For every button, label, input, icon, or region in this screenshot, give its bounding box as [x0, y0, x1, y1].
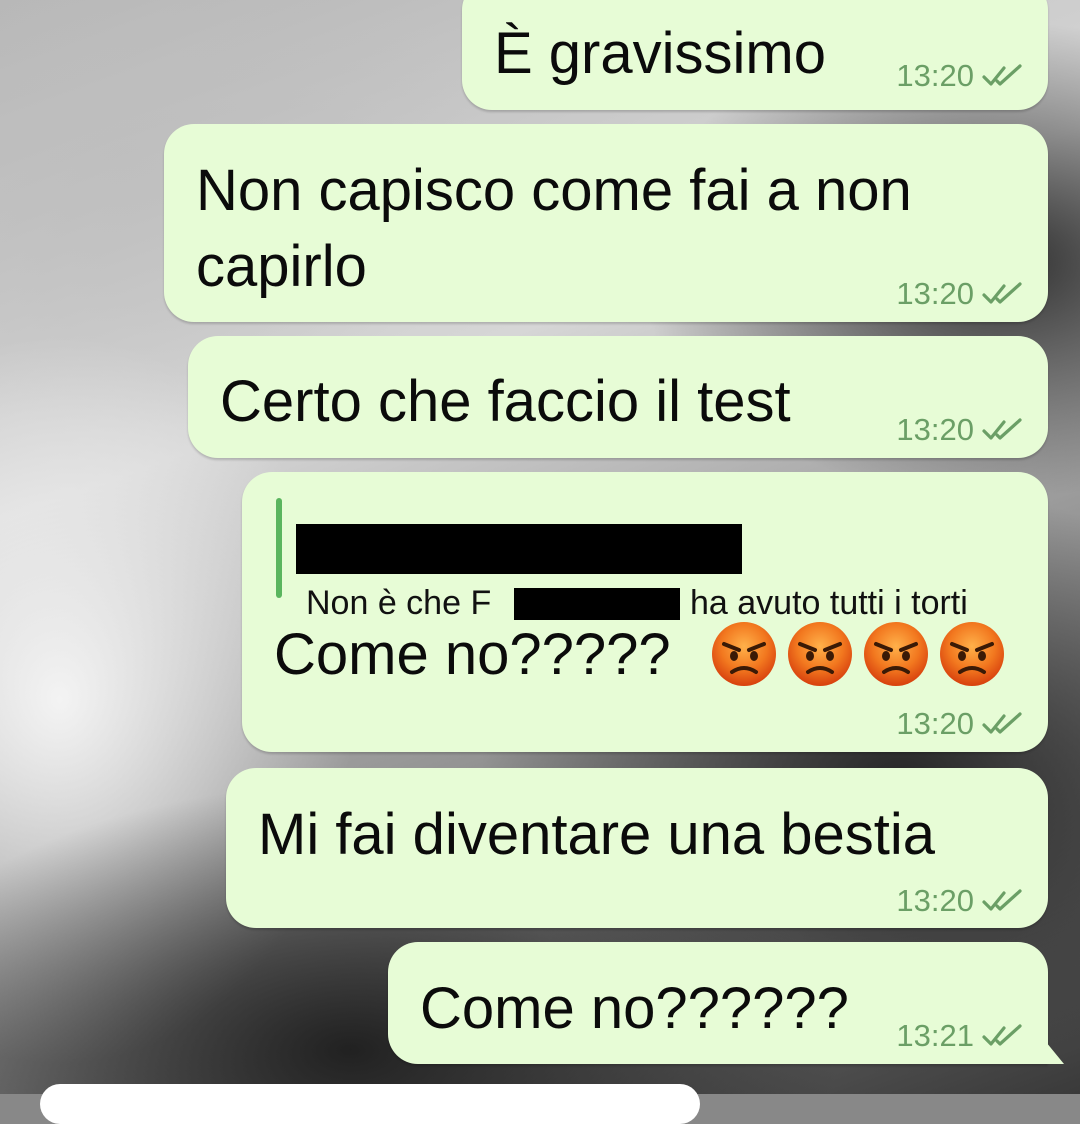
reply-message-bubble[interactable]: Non è che F ha avuto tutti i torti Come … [242, 472, 1048, 752]
message-meta: 13:20 [896, 58, 1024, 94]
double-check-icon [982, 418, 1022, 440]
message-text: È gravissimo [494, 21, 826, 86]
message-bubble-last[interactable]: Come no?????? 13:21 [388, 942, 1064, 1064]
message-meta: 13:20 [896, 883, 1024, 919]
message-text: Come no?????? [420, 976, 849, 1041]
quoted-text-part-2: ha avuto tutti i torti [690, 584, 968, 622]
angry-face-emoji [788, 622, 852, 686]
angry-face-emoji [864, 622, 928, 686]
message-text-line-1: Non capisco come fai a non [196, 158, 912, 223]
message-input-field[interactable] [40, 1084, 700, 1124]
angry-face-emoji [712, 622, 776, 686]
message-meta: 13:20 [896, 706, 1024, 742]
message-time: 13:20 [896, 883, 974, 918]
double-check-icon [982, 64, 1022, 86]
message-meta: 13:20 [896, 412, 1024, 448]
double-check-icon [982, 889, 1022, 911]
message-text: Come no????? [274, 622, 671, 687]
message-bubble[interactable]: Mi fai diventare una bestia 13:20 [226, 768, 1048, 928]
message-time: 13:20 [896, 276, 974, 311]
angry-face-emoji [940, 622, 1004, 686]
message-time: 13:20 [896, 706, 974, 741]
double-check-icon [982, 282, 1022, 304]
message-bubble[interactable]: È gravissimo 13:20 [462, 0, 1048, 110]
message-text-line-2: capirlo [196, 234, 367, 299]
redacted-sender-name [296, 524, 742, 574]
double-check-icon [982, 1024, 1022, 1046]
quoted-text-part-1: Non è che F [306, 584, 492, 622]
quote-accent-bar [276, 498, 282, 598]
message-text: Certo che faccio il test [220, 369, 791, 434]
double-check-icon [982, 712, 1022, 734]
message-text: Mi fai diventare una bestia [258, 802, 936, 867]
message-meta: 13:21 [896, 1018, 1024, 1054]
emoji-group [710, 620, 1006, 688]
message-bubble[interactable]: Certo che faccio il test 13:20 [188, 336, 1048, 458]
quoted-message[interactable]: Non è che F ha avuto tutti i torti [276, 498, 1036, 622]
message-time: 13:20 [896, 58, 974, 93]
message-time: 13:20 [896, 412, 974, 447]
redacted-name [514, 588, 680, 620]
message-bubble[interactable]: Non capisco come fai a non capirlo 13:20 [164, 124, 1048, 322]
message-meta: 13:20 [896, 276, 1024, 312]
message-time: 13:21 [896, 1018, 974, 1053]
